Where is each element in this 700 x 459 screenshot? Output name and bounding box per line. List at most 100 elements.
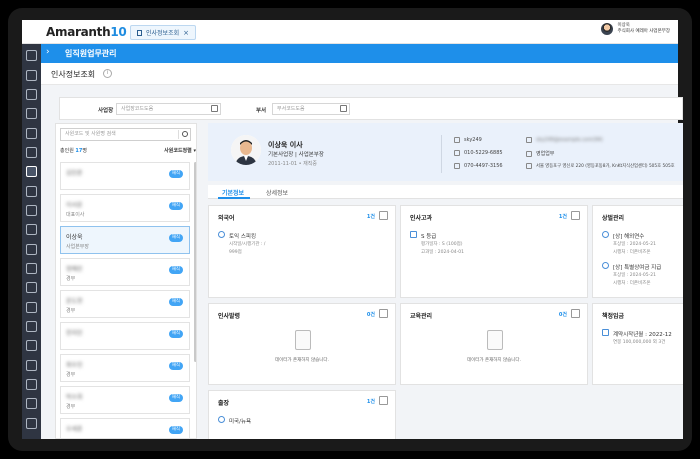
globe-icon	[218, 231, 225, 238]
employee-item-name: 한지민	[66, 330, 83, 337]
profile-address-row: 서울 영등포구 영신로 220 (영등포동8가, KnKt지식산업센터) 505…	[526, 163, 675, 169]
employee-item-role: 경부	[66, 308, 76, 314]
empty-doc-icon	[295, 330, 311, 350]
id-icon	[454, 137, 460, 143]
dept-lookup-icon[interactable]	[340, 105, 347, 112]
detail-tabs: 기본정보 상세정보	[208, 185, 683, 199]
card-education: 교육관리 0건 데이터가 존재하지 않습니다.	[400, 303, 588, 385]
employee-item-name: 이상욱	[66, 234, 83, 241]
card-count: 0건	[366, 312, 375, 318]
salary-item: 계약시작년월 : 2022-12	[613, 332, 672, 338]
award-1-date: 포상일 : 2024-05-21	[613, 242, 656, 247]
lang-sub2: 999점	[229, 250, 242, 255]
empty-message: 데이터가 존재하지 않습니다.	[467, 358, 521, 363]
copy-icon[interactable]	[379, 309, 388, 318]
profile-email-row: sky249@example.com(94)	[526, 137, 603, 143]
empty-message: 데이터가 존재하지 않습니다.	[275, 358, 329, 363]
empty-doc-icon	[487, 330, 503, 350]
copy-icon[interactable]	[379, 396, 388, 405]
active-tab-indicator	[218, 197, 250, 199]
card-appointment: 인사발령 0건 데이터가 존재하지 않습니다.	[208, 303, 396, 385]
card-count: 1건	[366, 214, 375, 220]
list-scrollbar[interactable]	[194, 162, 196, 362]
copy-icon[interactable]	[571, 211, 580, 220]
card-title: 책정임금	[602, 313, 625, 320]
site-placeholder: 사업장코드도움	[121, 106, 154, 112]
employee-item-name: 김민준	[66, 170, 83, 177]
card-count: 0건	[558, 312, 567, 318]
copy-icon[interactable]	[571, 309, 580, 318]
employee-list-panel: 사원코드 및 사원명 검색 총인원 17명 사원코드정렬 ▾ 김민준 재직 이서윤 대…	[55, 123, 197, 439]
lang-item: 토익 스피킹	[229, 234, 257, 240]
status-badge: 재직	[168, 426, 183, 434]
award-item-2: [상] 특별상여금 지급	[613, 265, 662, 271]
employee-item-name: 이서윤	[66, 202, 83, 209]
search-placeholder: 사원코드 및 사원명 검색	[65, 131, 116, 137]
site-lookup-icon[interactable]	[211, 105, 218, 112]
employee-list-item[interactable]: 오세훈 재직	[60, 418, 190, 438]
search-icon[interactable]	[178, 130, 189, 139]
tab-basic-info[interactable]: 기본정보	[222, 188, 244, 197]
employee-item-name: 정예린	[66, 266, 83, 273]
employee-list-item[interactable]: 정예린경부 재직	[60, 258, 190, 286]
employee-dept: 기본사업장 | 사업본부장	[268, 152, 324, 158]
status-badge: 재직	[168, 266, 183, 274]
card-title: 상벌관리	[602, 215, 625, 222]
status-badge: 재직	[168, 394, 183, 402]
employee-search-input[interactable]: 사원코드 및 사원명 검색	[60, 128, 191, 141]
profile-phone-row: 010-5229-6885	[454, 150, 503, 156]
employee-item-role: 경부	[66, 404, 76, 410]
card-language: 외국어 1건 토익 스피킹 시작일/시행기관 : / 999점	[208, 205, 396, 298]
employee-list-item[interactable]: 김민준 재직	[60, 162, 190, 190]
employee-item-role: 대표이사	[66, 212, 85, 218]
employee-list-item[interactable]: 윤도현경부 재직	[60, 290, 190, 318]
profile-id-row: sky249	[454, 137, 482, 143]
employee-item-name: 윤도현	[66, 298, 83, 305]
card-title: 출장	[218, 400, 230, 407]
card-business-trip: 출장 1건 미국/뉴욕	[208, 390, 396, 439]
card-count: 1건	[558, 214, 567, 220]
status-badge: 재직	[168, 298, 183, 306]
globe-icon	[218, 416, 225, 423]
award-1-org: 시행처 : 더존비즈온	[613, 250, 651, 255]
grade-icon	[410, 231, 417, 238]
card-salary: 책정임금 계약시작년월 : 2022-12 연봉 100,000,000 외 3…	[592, 303, 683, 385]
employee-list-item[interactable]: 한지민 재직	[60, 322, 190, 350]
employee-item-role: 경부	[66, 276, 76, 282]
profile-divider	[441, 135, 442, 173]
employee-join-date: 2011-11-01 • 재직중	[268, 161, 317, 167]
card-rewards: 상벌관리 [상] 해외연수 포상일 : 2024-05-21 시행처 : 더존비…	[592, 205, 683, 298]
award-2-date: 포상일 : 2024-05-21	[613, 273, 656, 278]
employee-detail-panel: 이상욱 이사 기본사업장 | 사업본부장 2011-11-01 • 재직중 sk…	[204, 123, 683, 439]
trip-item: 미국/뉴욕	[229, 419, 252, 425]
dept-label: 부서	[256, 108, 267, 114]
employee-item-role: 경부	[66, 372, 76, 378]
location-icon	[526, 163, 532, 169]
copy-icon[interactable]	[379, 211, 388, 220]
tab-detail-info[interactable]: 상세정보	[266, 188, 288, 197]
employee-list-item[interactable]: 이서윤 대표이사 재직	[60, 194, 190, 222]
award-item-1: [상] 해외연수	[613, 234, 645, 240]
contract-icon	[602, 329, 609, 336]
card-title: 인사고과	[410, 215, 433, 222]
employee-list-item[interactable]: 최우진 경부 재직	[60, 354, 190, 382]
award-icon	[602, 262, 609, 269]
profile-job-row: 영업업무	[526, 150, 554, 157]
status-badge: 재직	[168, 234, 183, 242]
mail-icon	[526, 137, 532, 143]
eval-sub2: 고과일 : 2024-04-01	[421, 250, 464, 255]
count-suffix: 명	[82, 148, 87, 154]
employee-job: 영업업무	[536, 151, 555, 157]
sort-dropdown[interactable]: 사원코드정렬 ▾	[164, 147, 196, 154]
mobile-icon	[454, 150, 460, 156]
salary-sub: 연봉 100,000,000 외 3건	[613, 340, 666, 345]
card-title: 외국어	[218, 215, 235, 222]
status-badge: 재직	[168, 330, 183, 338]
profile-tel-row: 070-4497-3156	[454, 163, 503, 169]
employee-tel: 070-4497-3156	[464, 163, 503, 169]
dept-code-input[interactable]: 부서코드도움	[272, 103, 350, 115]
employee-list-item[interactable]: 이상욱 사업본부장 재직	[60, 226, 190, 254]
site-code-input[interactable]: 사업장코드도움	[116, 103, 221, 115]
employee-list-item[interactable]: 박소희 경부 재직	[60, 386, 190, 414]
status-badge: 재직	[168, 362, 183, 370]
